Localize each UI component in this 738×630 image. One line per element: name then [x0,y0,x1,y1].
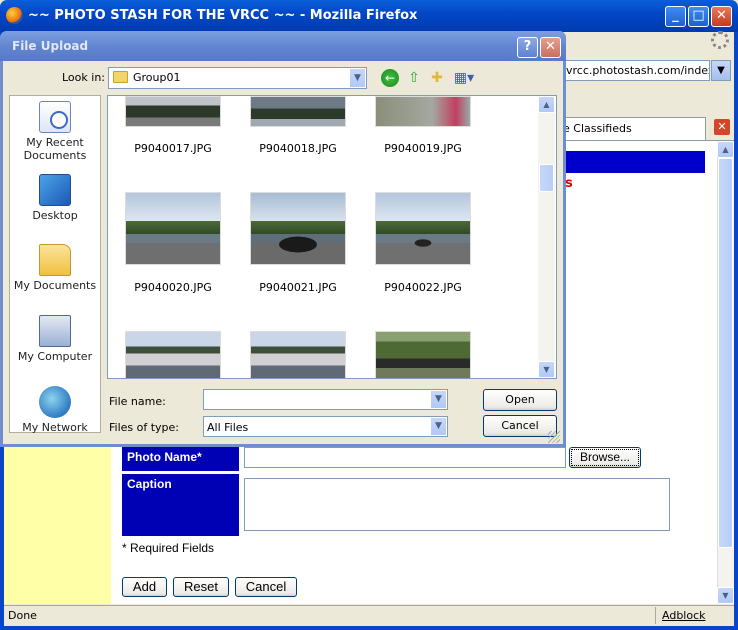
file-list-scrollbar-thumb[interactable] [539,164,554,192]
photo-name-label: Photo Name* [122,447,239,471]
dialog-help-button[interactable]: ? [517,37,538,58]
look-in-label: Look in: [62,71,105,84]
file-thumbnail[interactable] [375,192,471,265]
file-name[interactable]: P9040017.JPG [118,142,228,155]
file-thumbnail[interactable] [250,96,346,127]
maximize-button[interactable]: □ [688,6,709,27]
required-fields-note: * Required Fields [122,541,215,555]
my-computer-icon [39,315,71,347]
reset-button[interactable]: Reset [173,577,229,597]
up-folder-icon[interactable]: ⇧ [405,69,423,87]
file-name[interactable]: P9040020.JPG [118,281,228,294]
address-dropdown-button[interactable]: ▼ [711,60,731,81]
file-thumbnail[interactable] [125,96,221,127]
place-label: Desktop [32,209,78,222]
throbber-icon [711,31,729,49]
file-name[interactable]: P9040021.JPG [243,281,353,294]
open-button[interactable]: Open [483,389,557,411]
file-thumbnail[interactable] [125,192,221,265]
new-folder-icon[interactable]: ✚ [428,69,446,87]
file-list[interactable]: P9040017.JPG P9040018.JPG P9040019.JPG P… [107,95,557,379]
place-label: My Recent Documents [23,136,87,162]
resize-grip-icon[interactable] [548,431,560,443]
place-label: My Documents [13,279,97,292]
dialog-close-button[interactable]: ✕ [540,37,561,58]
browser-title: ~~ PHOTO STASH FOR THE VRCC ~~ - Mozilla… [28,8,418,23]
status-bar [4,605,734,626]
look-in-dropdown[interactable]: Group01 [108,67,367,89]
firefox-logo-icon [6,7,23,24]
file-name-dropdown-arrow[interactable]: ▼ [430,390,447,409]
file-list-scroll-down-button[interactable]: ▼ [538,361,555,378]
file-thumbnail[interactable] [250,192,346,265]
files-of-type-label: Files of type: [109,421,180,434]
file-name-field[interactable] [203,389,448,410]
place-desktop[interactable]: Desktop [9,174,101,222]
page-left-panel [4,441,111,604]
page-scrollbar-thumb[interactable] [718,158,733,548]
folder-icon [113,71,128,83]
place-my-recent-documents[interactable]: My Recent Documents [9,101,101,162]
file-name[interactable]: P9040019.JPG [368,142,478,155]
caption-label: Caption [122,474,239,536]
files-of-type-dropdown-arrow[interactable]: ▼ [430,417,447,436]
page-header-bar [565,151,705,173]
my-documents-icon [39,244,71,276]
caption-field[interactable] [244,478,670,531]
files-of-type-dropdown[interactable]: All Files [203,416,448,437]
place-label: My Network [22,421,88,434]
look-in-dropdown-arrow[interactable]: ▼ [349,68,366,88]
address-bar[interactable]: vrcc.photostash.com/index.php [555,60,710,81]
dialog-title: File Upload [12,39,89,53]
scroll-up-button[interactable]: ▲ [717,141,734,158]
browser-titlebar: ~~ PHOTO STASH FOR THE VRCC ~~ - Mozilla… [0,0,738,32]
file-name[interactable]: P9040022.JPG [368,281,478,294]
file-name[interactable]: P9040018.JPG [243,142,353,155]
my-network-icon [39,386,71,418]
status-text: Done [8,609,37,622]
minimize-button[interactable]: _ [665,6,686,27]
desktop-icon [39,174,71,206]
file-thumbnail[interactable] [125,331,221,378]
add-button[interactable]: Add [122,577,167,597]
file-list-scrollbar[interactable] [538,96,555,378]
views-menu-icon[interactable]: ▦▾ [452,69,476,87]
file-thumbnail[interactable] [375,331,471,378]
file-list-scroll-up-button[interactable]: ▲ [538,96,555,113]
close-window-button[interactable]: ✕ [711,6,732,27]
back-icon[interactable]: ← [381,69,399,87]
file-name-label: File name: [109,395,166,408]
place-label: My Computer [17,350,93,363]
page-heading-fragment: s [565,176,573,191]
place-my-computer[interactable]: My Computer [9,315,101,363]
file-thumbnail[interactable] [250,331,346,378]
scroll-down-button[interactable]: ▼ [717,587,734,604]
recent-documents-icon [39,101,71,133]
photo-name-field[interactable] [244,447,566,468]
browse-button[interactable]: Browse... [569,447,641,468]
tab-close-icon[interactable]: ✕ [714,119,730,135]
adblock-link[interactable]: Adblock [662,609,706,622]
tab-classifieds[interactable]: e Classifieds [556,117,706,140]
place-my-network[interactable]: My Network [9,386,101,434]
cancel-button[interactable]: Cancel [235,577,297,597]
status-divider [655,607,656,624]
dialog-cancel-button[interactable]: Cancel [483,415,557,437]
file-thumbnail[interactable] [375,96,471,127]
place-my-documents[interactable]: My Documents [9,244,101,292]
